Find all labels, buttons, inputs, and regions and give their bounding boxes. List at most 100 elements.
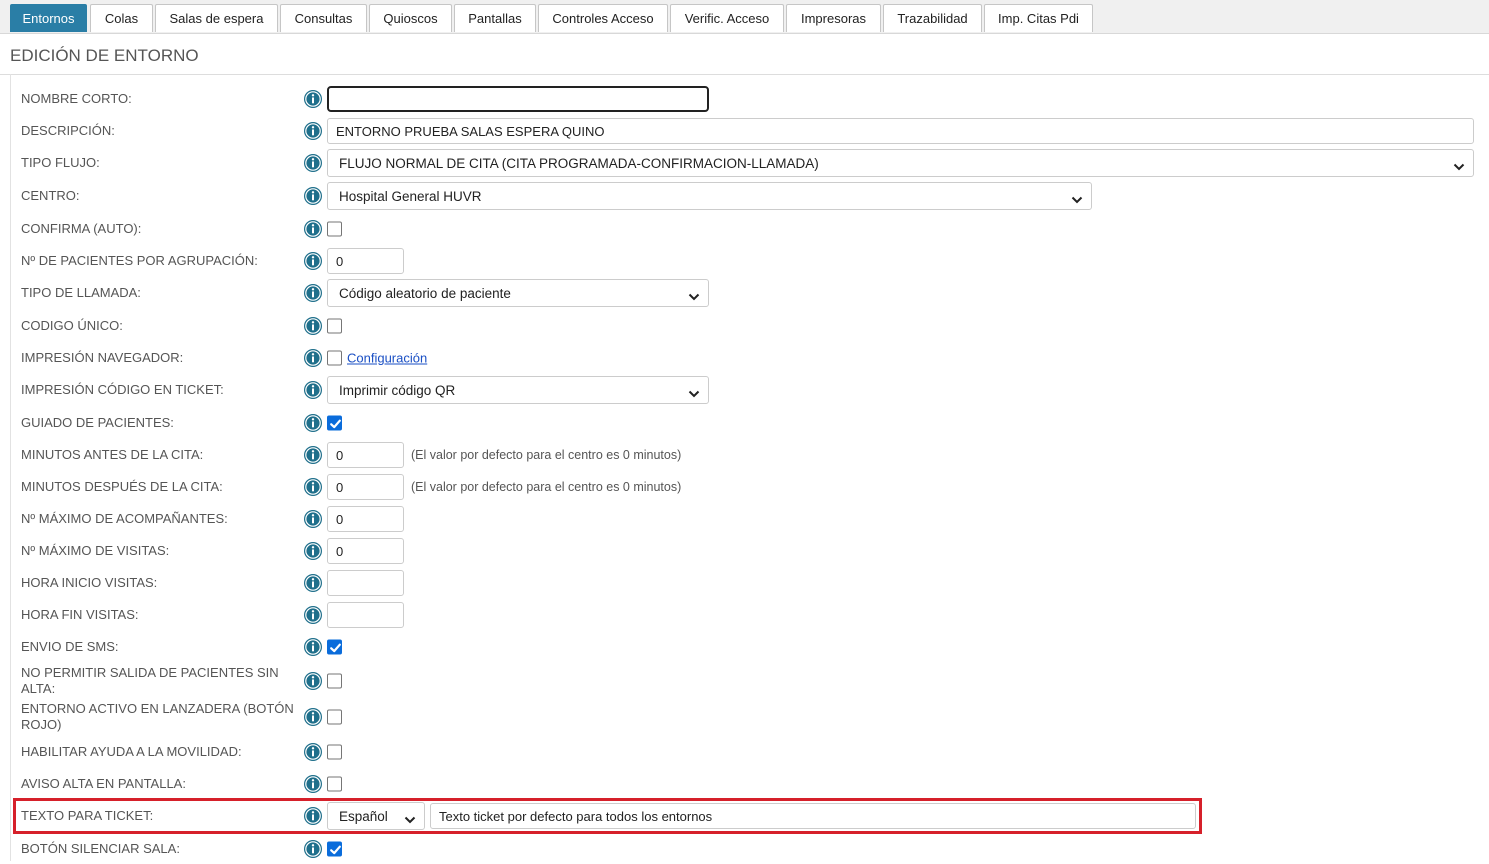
max-acompanantes-input[interactable] bbox=[327, 506, 404, 532]
info-icon[interactable] bbox=[303, 219, 323, 239]
hora-fin-visitas-input[interactable] bbox=[327, 602, 404, 628]
row-minutos-antes: MINUTOS ANTES DE LA CITA: (El valor por … bbox=[0, 440, 1489, 470]
tab-consultas[interactable]: Consultas bbox=[280, 4, 367, 32]
ayuda-movilidad-checkbox[interactable] bbox=[327, 744, 342, 760]
info-icon[interactable] bbox=[303, 380, 323, 400]
no-permitir-salida-label: NO PERMITIR SALIDA DE PACIENTES SIN ALTA… bbox=[21, 665, 279, 696]
row-envio-sms: ENVIO DE SMS: bbox=[0, 632, 1489, 662]
info-icon[interactable] bbox=[303, 413, 323, 433]
row-aviso-alta-pantalla: AVISO ALTA EN PANTALLA: bbox=[0, 769, 1489, 799]
tab-entornos[interactable]: Entornos bbox=[10, 4, 87, 32]
info-icon[interactable] bbox=[303, 541, 323, 561]
nombre-corto-input[interactable] bbox=[327, 86, 709, 112]
impresion-navegador-label: IMPRESIÓN NAVEGADOR: bbox=[21, 350, 184, 365]
info-icon[interactable] bbox=[303, 707, 323, 727]
info-icon[interactable] bbox=[303, 839, 323, 859]
info-icon[interactable] bbox=[303, 637, 323, 657]
tab-controles-acceso[interactable]: Controles Acceso bbox=[538, 4, 668, 32]
tipo-flujo-value: FLUJO NORMAL DE CITA (CITA PROGRAMADA-CO… bbox=[339, 155, 819, 171]
entorno-lanzadera-label: ENTORNO ACTIVO EN LANZADERA (BOTÓN ROJO) bbox=[21, 701, 294, 732]
boton-silenciar-sala-checkbox[interactable] bbox=[327, 841, 342, 857]
max-visitas-input[interactable] bbox=[327, 538, 404, 564]
info-icon[interactable] bbox=[303, 283, 323, 303]
nombre-corto-label: NOMBRE CORTO: bbox=[21, 91, 132, 106]
centro-label: CENTRO: bbox=[21, 188, 80, 203]
info-icon[interactable] bbox=[303, 774, 323, 794]
tab-verific-acceso[interactable]: Verific. Acceso bbox=[670, 4, 784, 32]
info-icon[interactable] bbox=[303, 671, 323, 691]
impresion-navegador-checkbox[interactable] bbox=[327, 350, 342, 366]
descripcion-input[interactable] bbox=[327, 118, 1474, 144]
info-icon[interactable] bbox=[303, 153, 323, 173]
info-icon[interactable] bbox=[303, 121, 323, 141]
row-impresion-navegador: IMPRESIÓN NAVEGADOR: Configuración bbox=[0, 343, 1489, 373]
row-boton-silenciar-sala: BOTÓN SILENCIAR SALA: bbox=[0, 834, 1489, 864]
guiado-pacientes-label: GUIADO DE PACIENTES: bbox=[21, 415, 174, 430]
row-nombre-corto: NOMBRE CORTO: bbox=[0, 84, 1489, 114]
tab-bar: Entornos Colas Salas de espera Consultas… bbox=[0, 0, 1489, 34]
row-confirma-auto: CONFIRMA (AUTO): bbox=[0, 214, 1489, 244]
tab-pantallas[interactable]: Pantallas bbox=[454, 4, 536, 32]
info-icon[interactable] bbox=[303, 477, 323, 497]
row-tipo-flujo: TIPO FLUJO: FLUJO NORMAL DE CITA (CITA P… bbox=[0, 148, 1489, 178]
tab-impresoras[interactable]: Impresoras bbox=[786, 4, 881, 32]
tab-imp-citas-pdi[interactable]: Imp. Citas Pdi bbox=[984, 4, 1093, 32]
info-icon[interactable] bbox=[303, 573, 323, 593]
chevron-down-icon bbox=[688, 386, 700, 398]
aviso-alta-pantalla-checkbox[interactable] bbox=[327, 776, 342, 792]
envio-sms-checkbox[interactable] bbox=[327, 639, 342, 655]
impresion-codigo-ticket-select[interactable]: Imprimir código QR bbox=[327, 376, 709, 404]
aviso-alta-pantalla-label: AVISO ALTA EN PANTALLA: bbox=[21, 776, 186, 791]
row-impresion-codigo-ticket: IMPRESIÓN CÓDIGO EN TICKET: Imprimir cód… bbox=[0, 375, 1489, 405]
info-icon[interactable] bbox=[303, 316, 323, 336]
tab-colas[interactable]: Colas bbox=[90, 4, 153, 32]
row-ayuda-movilidad: HABILITAR AYUDA A LA MOVILIDAD: bbox=[0, 737, 1489, 767]
info-icon[interactable] bbox=[303, 186, 323, 206]
configuracion-link[interactable]: Configuración bbox=[347, 351, 427, 366]
no-permitir-salida-checkbox[interactable] bbox=[327, 673, 342, 689]
envio-sms-label: ENVIO DE SMS: bbox=[21, 639, 119, 654]
tipo-flujo-select[interactable]: FLUJO NORMAL DE CITA (CITA PROGRAMADA-CO… bbox=[327, 149, 1474, 177]
confirma-auto-checkbox[interactable] bbox=[327, 221, 342, 237]
pacientes-agrupacion-input[interactable] bbox=[327, 248, 404, 274]
chevron-down-icon bbox=[1071, 192, 1083, 204]
row-tipo-llamada: TIPO DE LLAMADA: Código aleatorio de pac… bbox=[0, 278, 1489, 308]
info-icon[interactable] bbox=[303, 509, 323, 529]
minutos-antes-hint: (El valor por defecto para el centro es … bbox=[411, 448, 682, 462]
confirma-auto-label: CONFIRMA (AUTO): bbox=[21, 221, 142, 236]
centro-value: Hospital General HUVR bbox=[339, 188, 482, 204]
info-icon[interactable] bbox=[303, 251, 323, 271]
pacientes-agrupacion-label: Nº DE PACIENTES POR AGRUPACIÓN: bbox=[21, 253, 258, 268]
tab-trazabilidad[interactable]: Trazabilidad bbox=[883, 4, 982, 32]
tipo-llamada-label: TIPO DE LLAMADA: bbox=[21, 285, 141, 300]
minutos-despues-input[interactable] bbox=[327, 474, 404, 500]
checkmark-icon bbox=[330, 845, 341, 855]
hora-inicio-visitas-input[interactable] bbox=[327, 570, 404, 596]
info-icon[interactable] bbox=[303, 89, 323, 109]
row-codigo-unico: CODIGO ÚNICO: bbox=[0, 311, 1489, 341]
impresion-codigo-ticket-value: Imprimir código QR bbox=[339, 382, 456, 398]
info-icon[interactable] bbox=[303, 445, 323, 465]
info-icon[interactable] bbox=[303, 605, 323, 625]
centro-select[interactable]: Hospital General HUVR bbox=[327, 182, 1092, 210]
tab-quioscos[interactable]: Quioscos bbox=[369, 4, 452, 32]
row-hora-inicio-visitas: HORA INICIO VISITAS: bbox=[0, 568, 1489, 598]
descripcion-label: DESCRIPCIÓN: bbox=[21, 123, 115, 138]
row-entorno-lanzadera: ENTORNO ACTIVO EN LANZADERA (BOTÓN ROJO) bbox=[0, 701, 1489, 732]
hora-inicio-visitas-label: HORA INICIO VISITAS: bbox=[21, 575, 158, 590]
max-visitas-label: Nº MÁXIMO DE VISITAS: bbox=[21, 543, 170, 558]
chevron-down-icon bbox=[1453, 159, 1465, 171]
guiado-pacientes-checkbox[interactable] bbox=[327, 415, 342, 431]
page-title: EDICIÓN DE ENTORNO bbox=[10, 46, 199, 65]
row-pacientes-agrupacion: Nº DE PACIENTES POR AGRUPACIÓN: bbox=[0, 246, 1489, 276]
entorno-lanzadera-checkbox[interactable] bbox=[327, 709, 342, 725]
checkmark-icon bbox=[330, 643, 341, 653]
tipo-llamada-select[interactable]: Código aleatorio de paciente bbox=[327, 279, 709, 307]
codigo-unico-checkbox[interactable] bbox=[327, 318, 342, 334]
minutos-antes-input[interactable] bbox=[327, 442, 404, 468]
highlight-frame bbox=[13, 798, 1202, 834]
info-icon[interactable] bbox=[303, 348, 323, 368]
tab-salas-de-espera[interactable]: Salas de espera bbox=[155, 4, 278, 32]
title-divider bbox=[0, 74, 1489, 75]
info-icon[interactable] bbox=[303, 742, 323, 762]
